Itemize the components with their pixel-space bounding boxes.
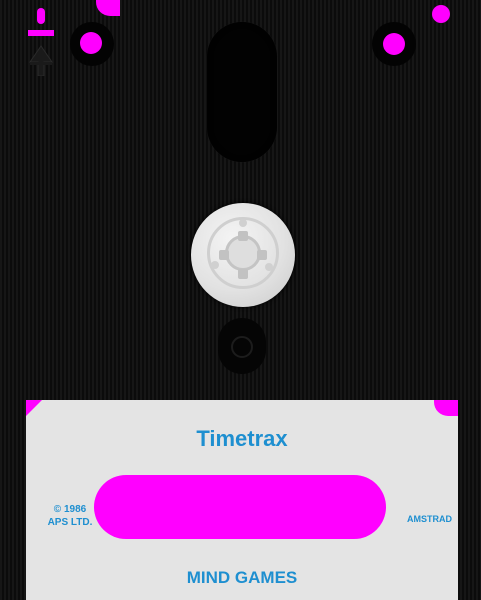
game-title: Timetrax [196,426,288,451]
spindle-hub [191,203,295,307]
corner-marker-top-right [432,5,450,23]
copyright-notice: © 1986 APS LTD. [40,503,100,529]
publisher-name: MIND GAMES [186,568,298,587]
label-corner-mark [26,400,42,416]
top-edge-marker [96,0,120,16]
hub-notch [238,231,248,241]
head-access-slot [207,22,277,162]
hub-stud [265,263,273,271]
hub-stud [211,261,219,269]
lower-spindle-hole [218,318,266,374]
index-hole-icon [372,22,416,66]
lower-hole-ring [231,336,253,358]
write-protect-arrow-icon [26,6,56,77]
floppy-disk: Timetrax © 1986 APS LTD. AMSTRAD MIND GA… [0,0,481,600]
write-protect-hole [70,22,114,66]
hub-notch [257,250,267,260]
hub-notch [238,269,248,279]
label-corner-mark [434,400,458,416]
hub-stud [239,219,247,227]
copyright-holder: APS LTD. [47,517,93,528]
hub-notch [219,250,229,260]
disk-label: Timetrax © 1986 APS LTD. AMSTRAD MIND GA… [26,400,458,600]
copyright-year: © 1986 [53,504,87,515]
label-write-area [94,475,386,539]
platform-name: AMSTRAD [407,514,452,524]
